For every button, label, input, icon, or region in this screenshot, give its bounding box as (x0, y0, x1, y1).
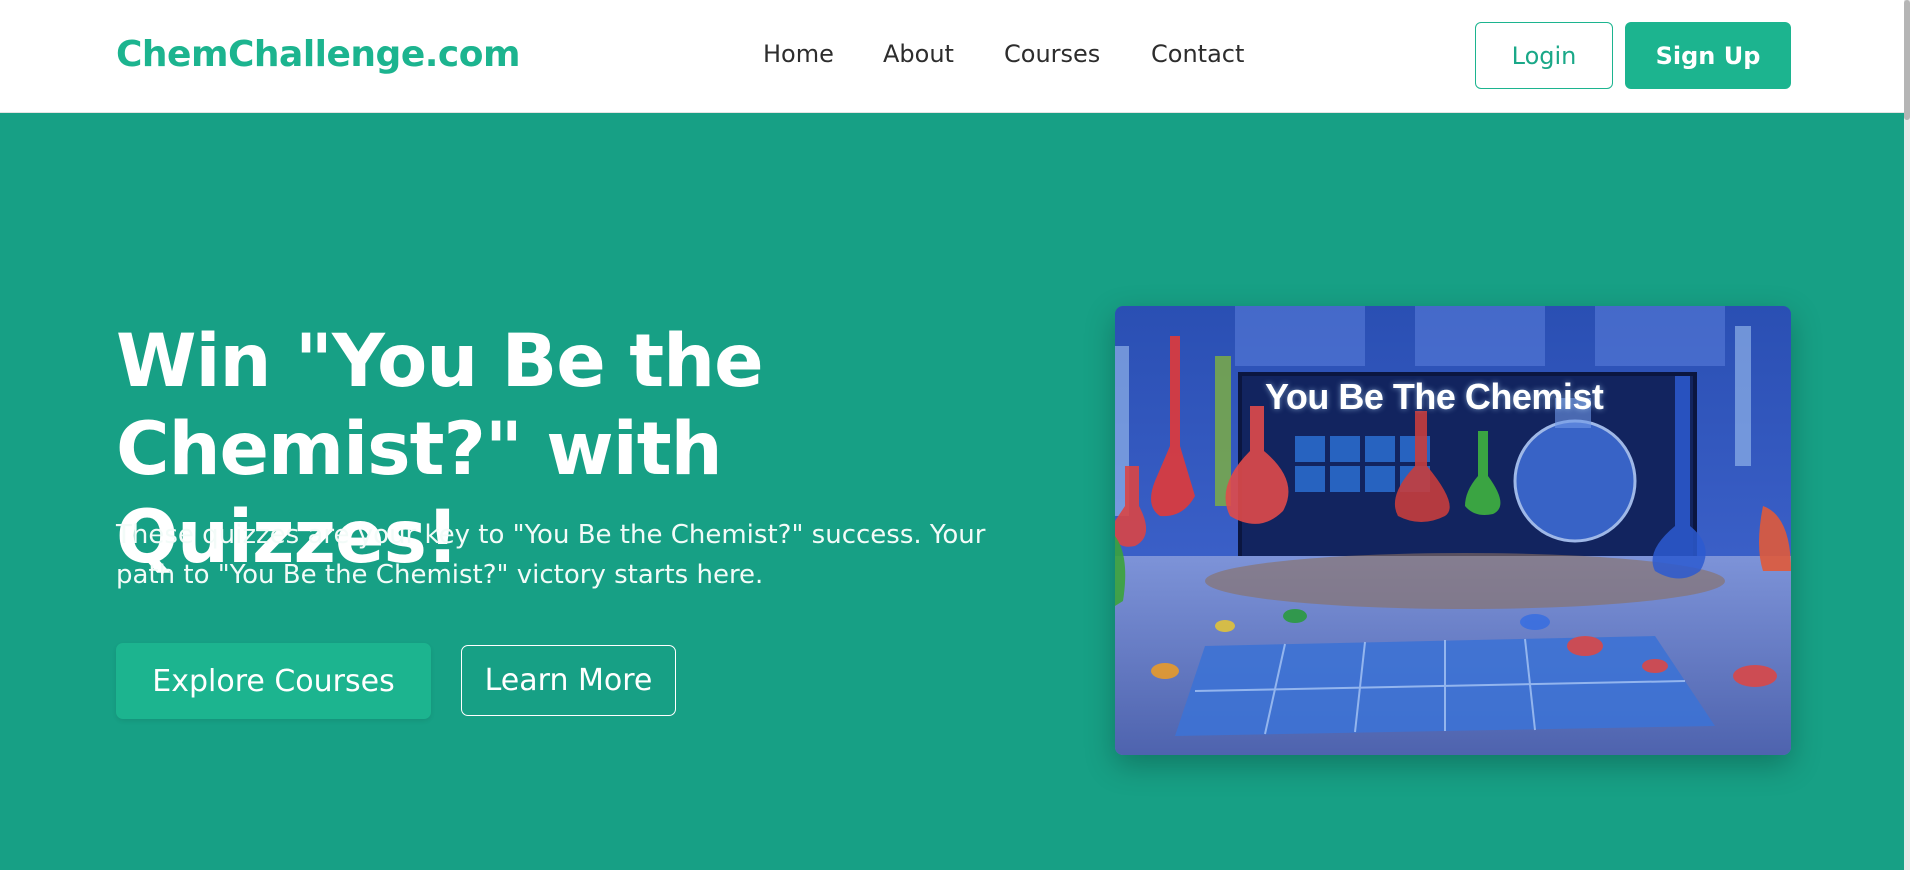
nav-link-about[interactable]: About (883, 40, 954, 68)
nav-link-contact[interactable]: Contact (1151, 40, 1244, 68)
signup-button[interactable]: Sign Up (1625, 22, 1791, 89)
nav-link-courses[interactable]: Courses (1004, 40, 1100, 68)
image-caption: You Be The Chemist (1265, 376, 1604, 417)
scrollbar-thumb[interactable] (1904, 0, 1910, 120)
lab-illustration (1115, 306, 1791, 755)
site-header: ChemChallenge.com Home About Courses Con… (0, 0, 1910, 113)
hero-subtitle: These quizzes are your key to "You Be th… (116, 520, 986, 590)
nav-link-home[interactable]: Home (763, 40, 834, 68)
learn-more-button[interactable]: Learn More (461, 645, 676, 716)
site-logo[interactable]: ChemChallenge.com (116, 34, 521, 75)
page-scrollbar[interactable] (1904, 0, 1910, 870)
login-button[interactable]: Login (1475, 22, 1613, 89)
explore-courses-button[interactable]: Explore Courses (116, 643, 431, 719)
hero-image: You Be The Chemist (1115, 306, 1791, 755)
